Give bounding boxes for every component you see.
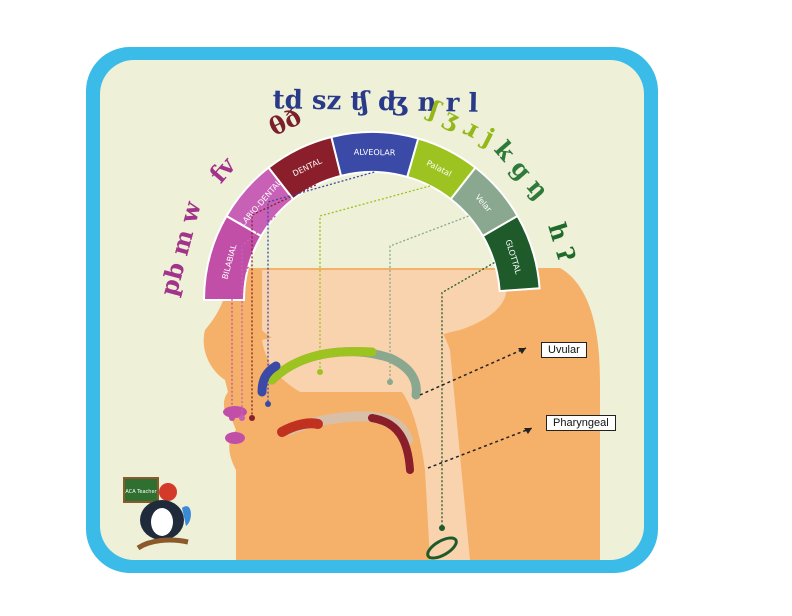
pharyngeal-label: Pharyngeal xyxy=(546,415,616,431)
guide-dot-1 xyxy=(239,415,245,421)
articulation-diagram: BILABIALLABIO-DENTALDENTALALVEOLARPalata… xyxy=(86,47,658,573)
board-text: ACA Teacher xyxy=(125,489,157,495)
head-profile xyxy=(203,268,601,560)
lower-lip xyxy=(225,432,245,444)
guide-dot-4 xyxy=(317,369,323,375)
guide-dot-2 xyxy=(249,415,255,421)
guide-dot-3 xyxy=(265,401,271,407)
uvular-label: Uvular xyxy=(541,342,587,358)
guide-dot-5 xyxy=(387,379,393,385)
guide-dot-6 xyxy=(439,525,445,531)
logo-head xyxy=(159,483,177,501)
guide-dot-0 xyxy=(229,415,235,421)
place-label-3: ALVEOLAR xyxy=(354,148,396,158)
logo-belly xyxy=(151,508,173,536)
diagram-stage: BILABIAL LABIO-DENTAL DENTAL ALVEOLAR Palata… xyxy=(0,0,792,612)
